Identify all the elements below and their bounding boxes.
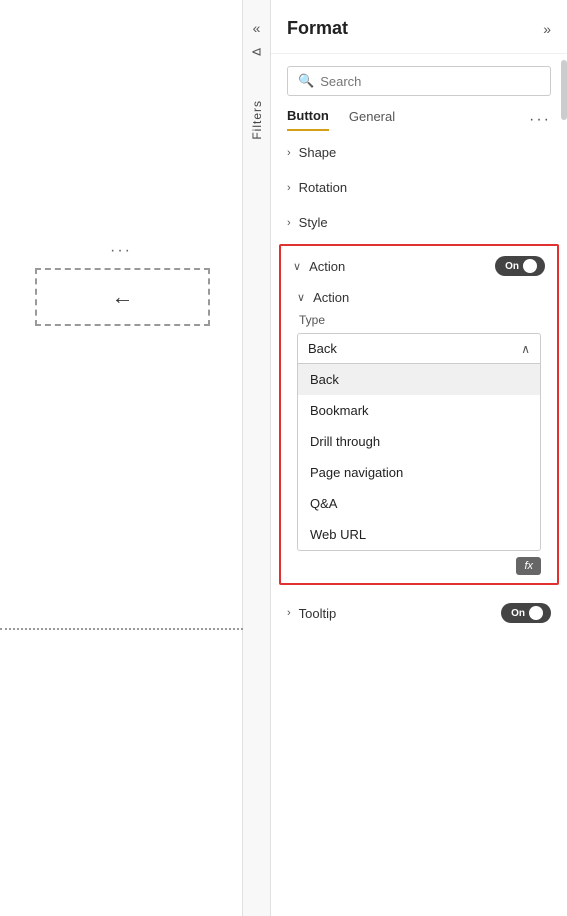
action-sub-label: Action — [313, 290, 349, 305]
dropdown-item-drill[interactable]: Drill through — [298, 426, 540, 457]
dropdown-selected-value: Back — [308, 341, 337, 356]
button-element[interactable]: ← — [35, 268, 210, 326]
tooltip-toggle[interactable]: On — [501, 603, 551, 623]
panel-header: Format » — [271, 0, 567, 54]
dropdown-item-page-nav[interactable]: Page navigation — [298, 457, 540, 488]
style-label: Style — [299, 215, 328, 230]
chevron-right-icon: › — [287, 182, 291, 194]
arrow-icon: ← — [112, 284, 134, 310]
panel-title: Format — [287, 18, 348, 39]
section-shape[interactable]: › Shape — [271, 135, 567, 170]
chevron-right-tooltip-icon: › — [287, 607, 291, 619]
dropdown-item-back[interactable]: Back — [298, 364, 540, 395]
tooltip-left: › Tooltip — [287, 606, 336, 621]
dropdown-item-bookmark[interactable]: Bookmark — [298, 395, 540, 426]
tab-button[interactable]: Button — [287, 108, 329, 131]
expand-icon[interactable]: » — [543, 21, 551, 37]
search-icon: 🔍 — [298, 73, 314, 89]
chevron-down-icon: ∨ — [293, 260, 301, 273]
dropdown-item-web-url[interactable]: Web URL — [298, 519, 540, 550]
chevron-right-icon: › — [287, 147, 291, 159]
action-sub-section: ∨ Action Type Back ∧ Back Bookmark Drill… — [281, 286, 557, 583]
search-input[interactable] — [320, 74, 540, 89]
tooltip-section[interactable]: › Tooltip On — [271, 593, 567, 633]
dropdown-chevron-icon: ∧ — [521, 342, 530, 356]
tab-more-icon[interactable]: ··· — [529, 111, 551, 129]
tooltip-toggle-label: On — [511, 608, 525, 619]
toggle-circle — [523, 259, 537, 273]
action-header[interactable]: ∨ Action On — [281, 246, 557, 286]
tooltip-toggle-circle — [529, 606, 543, 620]
tooltip-label: Tooltip — [299, 606, 337, 621]
tabs-bar: Button General ··· — [271, 108, 567, 131]
canvas-divider — [0, 628, 243, 630]
tab-general[interactable]: General — [349, 109, 395, 130]
chevron-down-sub-icon: ∨ — [297, 291, 305, 304]
section-rotation[interactable]: › Rotation — [271, 170, 567, 205]
canvas-area: ··· ← — [0, 0, 243, 916]
search-bar[interactable]: 🔍 — [287, 66, 551, 96]
action-toggle[interactable]: On — [495, 256, 545, 276]
rotation-label: Rotation — [299, 180, 347, 195]
fx-area: fx — [297, 557, 541, 575]
type-label: Type — [297, 313, 541, 327]
action-header-left: ∨ Action — [293, 259, 345, 274]
type-dropdown[interactable]: Back ∧ Back Bookmark Drill through Page … — [297, 333, 541, 551]
format-panel: Format » 🔍 Button General ··· › Shape › … — [271, 0, 567, 916]
action-sub-header[interactable]: ∨ Action — [297, 290, 541, 305]
chevron-right-icon: › — [287, 217, 291, 229]
dropdown-selected[interactable]: Back ∧ — [297, 333, 541, 364]
filter-icon[interactable]: ⊲ — [251, 44, 262, 60]
scrollbar[interactable] — [561, 60, 567, 120]
filters-sidebar[interactable]: « ⊲ Filters — [243, 0, 271, 916]
section-style[interactable]: › Style — [271, 205, 567, 240]
canvas-dots: ··· — [110, 242, 132, 260]
shape-label: Shape — [299, 145, 337, 160]
dropdown-list: Back Bookmark Drill through Page navigat… — [297, 364, 541, 551]
collapse-icon[interactable]: « — [253, 20, 261, 36]
fx-button[interactable]: fx — [516, 557, 541, 575]
filters-label: Filters — [250, 100, 264, 140]
dropdown-item-qa[interactable]: Q&A — [298, 488, 540, 519]
action-section: ∨ Action On ∨ Action Type Back ∧ — [279, 244, 559, 585]
toggle-on-label: On — [505, 261, 519, 272]
action-label: Action — [309, 259, 345, 274]
